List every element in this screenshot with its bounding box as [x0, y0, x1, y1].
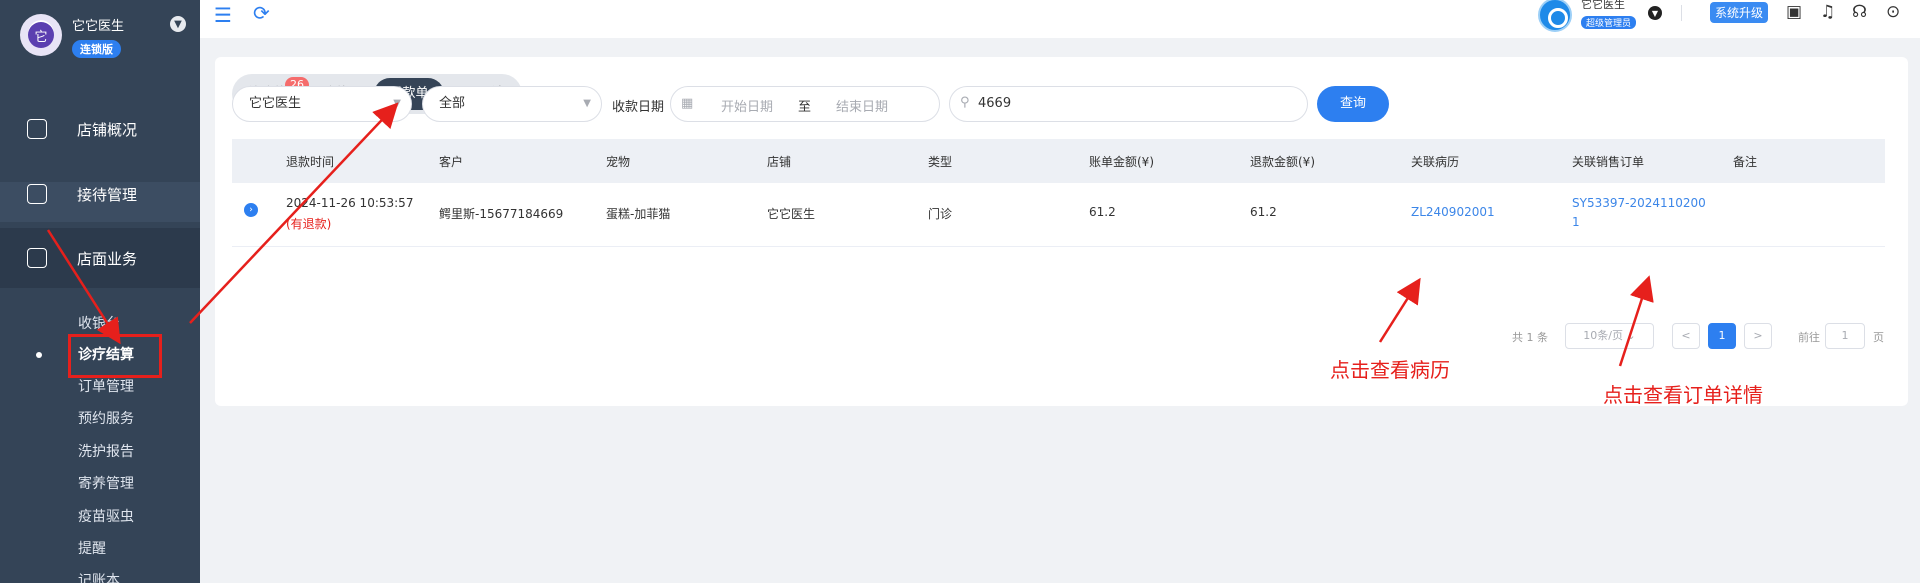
chevron-down-icon[interactable]: ▼	[170, 16, 186, 32]
prev-page-button[interactable]: <	[1672, 323, 1700, 349]
refund-time: 2024-11-26 10:53:57	[286, 196, 414, 210]
brand-name: 它它医生	[72, 19, 125, 34]
col-medical-record: 关联病历	[1411, 155, 1460, 169]
sidebar-sub-grooming-report[interactable]: 洗护报告	[78, 441, 134, 461]
col-refund-amount: 退款金额(¥)	[1250, 155, 1315, 169]
page-suffix: 页	[1873, 331, 1884, 344]
medical-record-link[interactable]: ZL240902001	[1411, 205, 1495, 219]
sales-order-link[interactable]: SY53397-2024110200	[1572, 196, 1706, 210]
page-size-select[interactable]: 10条/页 ⌄	[1565, 323, 1654, 349]
query-button[interactable]: 查询	[1317, 86, 1389, 122]
customer: 鳄里斯-15677184669	[439, 207, 564, 221]
type-select-value: 全部	[439, 96, 466, 111]
goto-page-input[interactable]: 1	[1825, 323, 1865, 349]
sidebar-item-label: 店铺概况	[77, 120, 138, 139]
chevron-down-icon: ⌄	[1626, 329, 1636, 342]
date-range-picker[interactable]: ▦ 开始日期 至 结束日期	[670, 86, 940, 122]
col-shop: 店铺	[767, 155, 792, 169]
sidebar-sub-appointments[interactable]: 预约服务	[78, 408, 134, 428]
calendar-icon[interactable]: ▣	[1786, 2, 1802, 22]
start-date-input[interactable]: 开始日期	[721, 96, 773, 115]
brand-logo: 它	[20, 14, 62, 56]
sidebar-sub-boarding[interactable]: 寄养管理	[78, 473, 134, 493]
shop-select[interactable]: 它它医生 ▼	[232, 86, 412, 122]
annotation-record: 点击查看病历	[1330, 358, 1450, 382]
sidebar-sub-ledger[interactable]: 记账本	[78, 570, 120, 583]
user-name: 它它医生	[1581, 0, 1625, 11]
next-page-button[interactable]: >	[1744, 323, 1772, 349]
table-row: › 2024-11-26 10:53:57 (有退款) 鳄里斯-15677184…	[232, 183, 1885, 247]
upgrade-button[interactable]: 系统升级	[1710, 2, 1769, 23]
date-label: 收款日期	[612, 100, 665, 115]
brand-badge: 连锁版	[72, 40, 121, 58]
calendar-icon: ▦	[681, 96, 694, 111]
page-size-value: 10条/页	[1583, 329, 1623, 342]
sidebar-item-store-overview[interactable]: 店铺概况	[0, 99, 200, 159]
menu-icon[interactable]: ☰	[214, 3, 232, 27]
sidebar-sub-reminders[interactable]: 提醒	[78, 538, 106, 558]
sales-order-link-cont[interactable]: 1	[1572, 215, 1580, 229]
range-separator: 至	[798, 100, 812, 115]
col-customer: 客户	[439, 155, 464, 169]
col-sales-order: 关联销售订单	[1572, 155, 1645, 169]
col-pet: 宠物	[606, 155, 631, 169]
col-bill-amount: 账单金额(¥)	[1089, 155, 1154, 169]
sidebar-item-store-business[interactable]: 店面业务	[0, 228, 200, 288]
home-icon	[27, 248, 47, 268]
headset-icon[interactable]: ☊	[1852, 2, 1867, 22]
pagination-total: 共 1 条	[1512, 331, 1548, 344]
brand-logo-mark: 它	[28, 22, 54, 48]
search-icon: ⚲	[960, 95, 970, 110]
col-note: 备注	[1733, 155, 1758, 169]
sidebar-item-label: 店面业务	[77, 249, 138, 268]
refund-tag: (有退款)	[286, 217, 332, 231]
col-refund-time: 退款时间	[286, 155, 335, 169]
col-type: 类型	[928, 155, 953, 169]
table-header: 退款时间 客户 宠物 店铺 类型 账单金额(¥) 退款金额(¥) 关联病历 关联…	[232, 139, 1885, 183]
pet: 蛋糕-加菲猫	[606, 207, 671, 221]
page-1-button[interactable]: 1	[1708, 323, 1736, 349]
bill-amount: 61.2	[1089, 205, 1116, 219]
visit-type: 门诊	[928, 207, 953, 221]
chevron-down-icon: ▼	[583, 98, 591, 109]
chevron-down-icon[interactable]: ▼	[1648, 6, 1662, 20]
sidebar: 它 它它医生 连锁版 ▼ 店铺概况 接待管理 店面业务 收银台 诊疗结算 订单管…	[0, 0, 200, 583]
search-input[interactable]: ⚲ 4669	[949, 86, 1308, 122]
sidebar-item-label: 接待管理	[77, 185, 138, 204]
sidebar-sub-vaccine[interactable]: 疫苗驱虫	[78, 506, 134, 526]
annotation-order: 点击查看订单详情	[1603, 383, 1763, 407]
brand: 它 它它医生 连锁版 ▼	[20, 14, 190, 64]
sidebar-item-reception[interactable]: 接待管理	[0, 164, 200, 224]
end-date-input[interactable]: 结束日期	[836, 96, 888, 115]
highlight-box	[68, 334, 162, 378]
chart-icon	[27, 119, 47, 139]
shop-select-value: 它它医生	[249, 96, 302, 111]
sidebar-sub-orders[interactable]: 订单管理	[78, 376, 134, 396]
search-value: 4669	[978, 96, 1012, 111]
sidebar-sub-cashier[interactable]: 收银台	[78, 313, 120, 333]
refresh-icon[interactable]: ⟳	[253, 1, 270, 25]
chevron-down-icon: ▼	[393, 98, 401, 109]
avatar[interactable]	[1538, 0, 1572, 32]
active-dot	[36, 352, 42, 358]
help-icon[interactable]: ⊙	[1886, 2, 1900, 22]
topbar: ☰ ⟳ 它它医生 超级管理员 ▼ 系统升级 ▣ ♫ ☊ ⊙	[200, 0, 1920, 38]
user-role-badge: 超级管理员	[1581, 16, 1637, 29]
refund-amount: 61.2	[1250, 205, 1277, 219]
goto-label: 前往	[1798, 331, 1820, 344]
shop: 它它医生	[767, 207, 816, 221]
expand-row-icon[interactable]: ›	[244, 203, 258, 217]
type-select[interactable]: 全部 ▼	[422, 86, 602, 122]
divider	[1681, 5, 1682, 21]
bell-icon[interactable]: ♫	[1820, 2, 1835, 22]
clipboard-icon	[27, 184, 47, 204]
